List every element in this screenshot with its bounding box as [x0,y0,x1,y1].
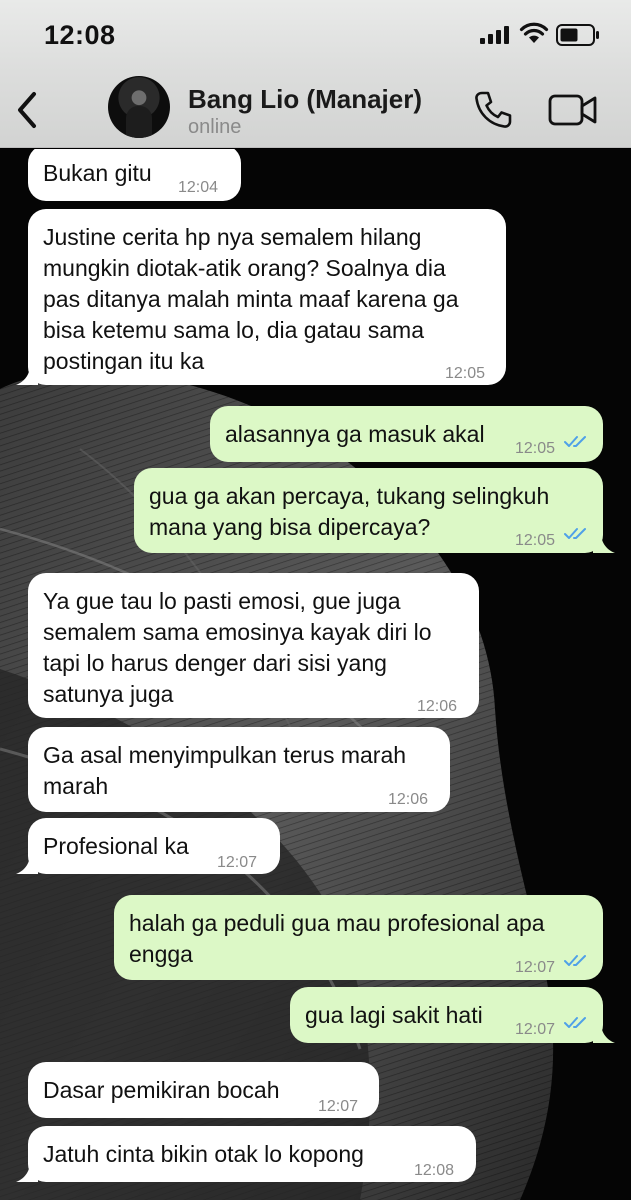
contact-avatar[interactable] [108,76,170,138]
message-text: Justine cerita hp nya semalem hilang mun… [43,224,459,374]
message-time: 12:07 [318,1098,359,1115]
status-bar: 12:08 [0,0,631,72]
read-receipt-icon [564,436,586,447]
message-outgoing[interactable]: alasannya ga masuk akal 12:05 [210,406,603,462]
bubble-tail [593,533,615,553]
bubble-tail [16,1162,38,1182]
message-outgoing[interactable]: halah ga peduli gua mau profesional apa … [114,895,603,980]
read-receipt-icon [564,955,586,966]
presence-status: online [188,116,242,138]
message-incoming[interactable]: Bukan gitu 12:04 [28,149,241,201]
message-time: 12:07 [217,854,258,871]
message-time: 12:06 [417,698,458,715]
back-chevron-icon[interactable] [12,88,44,132]
message-outgoing[interactable]: gua ga akan percaya, tukang selingkuh ma… [134,468,615,553]
message-time: 12:05 [515,532,556,549]
phone-icon[interactable] [472,89,514,131]
message-text: gua lagi sakit hati [305,1002,483,1028]
wifi-icon [519,22,549,43]
message-incoming[interactable]: Justine cerita hp nya semalem hilang mun… [16,209,506,385]
message-time: 12:07 [515,959,556,976]
message-incoming[interactable]: Jatuh cinta bikin otak lo kopong 12:08 [16,1126,476,1182]
message-time: 12:04 [178,179,219,196]
read-receipt-icon [564,1017,586,1028]
message-time: 12:06 [388,791,429,808]
read-receipt-icon [564,528,586,539]
message-text: Ga asal menyimpulkan terus marah marah [43,742,407,799]
video-camera-icon[interactable] [548,92,598,128]
clock: 12:08 [44,20,116,50]
message-incoming[interactable]: Ya gue tau lo pasti emosi, gue juga sema… [28,573,479,718]
chat-area[interactable]: Bukan gitu 12:04 Justine cerita hp nya s… [0,149,631,1200]
message-time: 12:08 [414,1162,455,1179]
message-time: 12:05 [515,440,556,457]
battery-icon [556,24,599,46]
contact-name[interactable]: Bang Lio (Manajer) [188,84,422,115]
message-text: Dasar pemikiran bocah [43,1077,280,1103]
message-text: gua ga akan percaya, tukang selingkuh ma… [149,483,550,540]
bubble-tail [593,1023,615,1043]
message-text: halah ga peduli gua mau profesional apa … [129,910,545,967]
message-text: alasannya ga masuk akal [225,421,485,447]
message-time: 12:07 [515,1021,556,1038]
message-text: Bukan gitu [43,160,152,186]
message-time: 12:05 [445,365,486,382]
bubble-tail [16,365,38,385]
message-incoming[interactable]: Ga asal menyimpulkan terus marah marah 1… [28,727,450,812]
message-text: Jatuh cinta bikin otak lo kopong [43,1141,364,1167]
message-text: Profesional ka [43,833,189,859]
message-incoming[interactable]: Dasar pemikiran bocah 12:07 [28,1062,379,1118]
message-text: Ya gue tau lo pasti emosi, gue juga sema… [43,588,432,707]
cellular-signal-icon [480,26,509,44]
message-incoming[interactable]: Profesional ka 12:07 [16,818,280,874]
chat-header: Bang Lio (Manajer) online [0,72,631,148]
bubble-tail [16,854,38,874]
message-outgoing[interactable]: gua lagi sakit hati 12:07 [290,987,615,1043]
